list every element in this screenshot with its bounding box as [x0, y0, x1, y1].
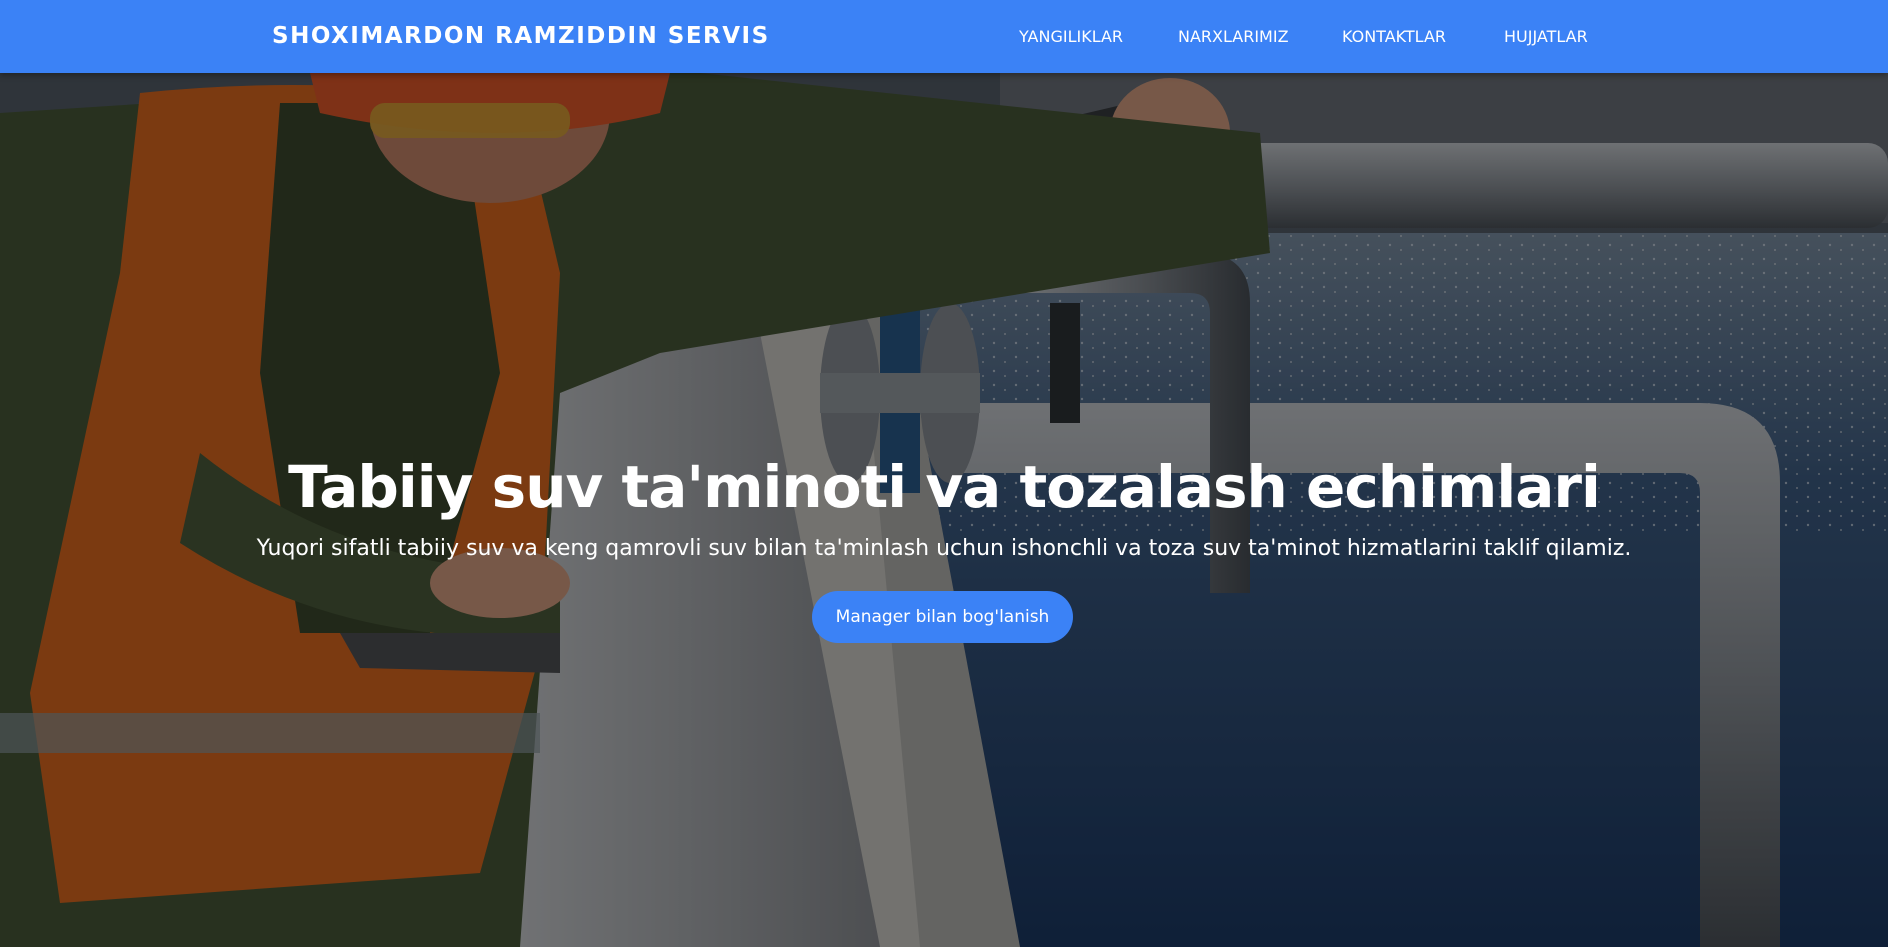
- nav-link-hujjatlar[interactable]: HUJJATLAR: [1504, 27, 1588, 46]
- nav-link-narxlarimiz[interactable]: NARXLARIMIZ: [1178, 27, 1289, 46]
- hero-section: Tabiiy suv ta'minoti va tozalash echimla…: [0, 73, 1888, 947]
- nav-link-yangiliklar[interactable]: YANGILIKLAR: [1019, 27, 1123, 46]
- hero-title: Tabiiy suv ta'minoti va tozalash echimla…: [288, 453, 1601, 521]
- nav-link-kontaktlar[interactable]: KONTAKTLAR: [1342, 27, 1446, 46]
- top-navbar: SHOXIMARDON RAMZIDDIN SERVIS YANGILIKLAR…: [0, 0, 1888, 73]
- hero-subtitle: Yuqori sifatli tabiiy suv va keng qamrov…: [256, 536, 1632, 561]
- contact-manager-button[interactable]: Manager bilan bog'lanish: [812, 591, 1073, 643]
- brand-logo-link[interactable]: SHOXIMARDON RAMZIDDIN SERVIS: [272, 23, 770, 49]
